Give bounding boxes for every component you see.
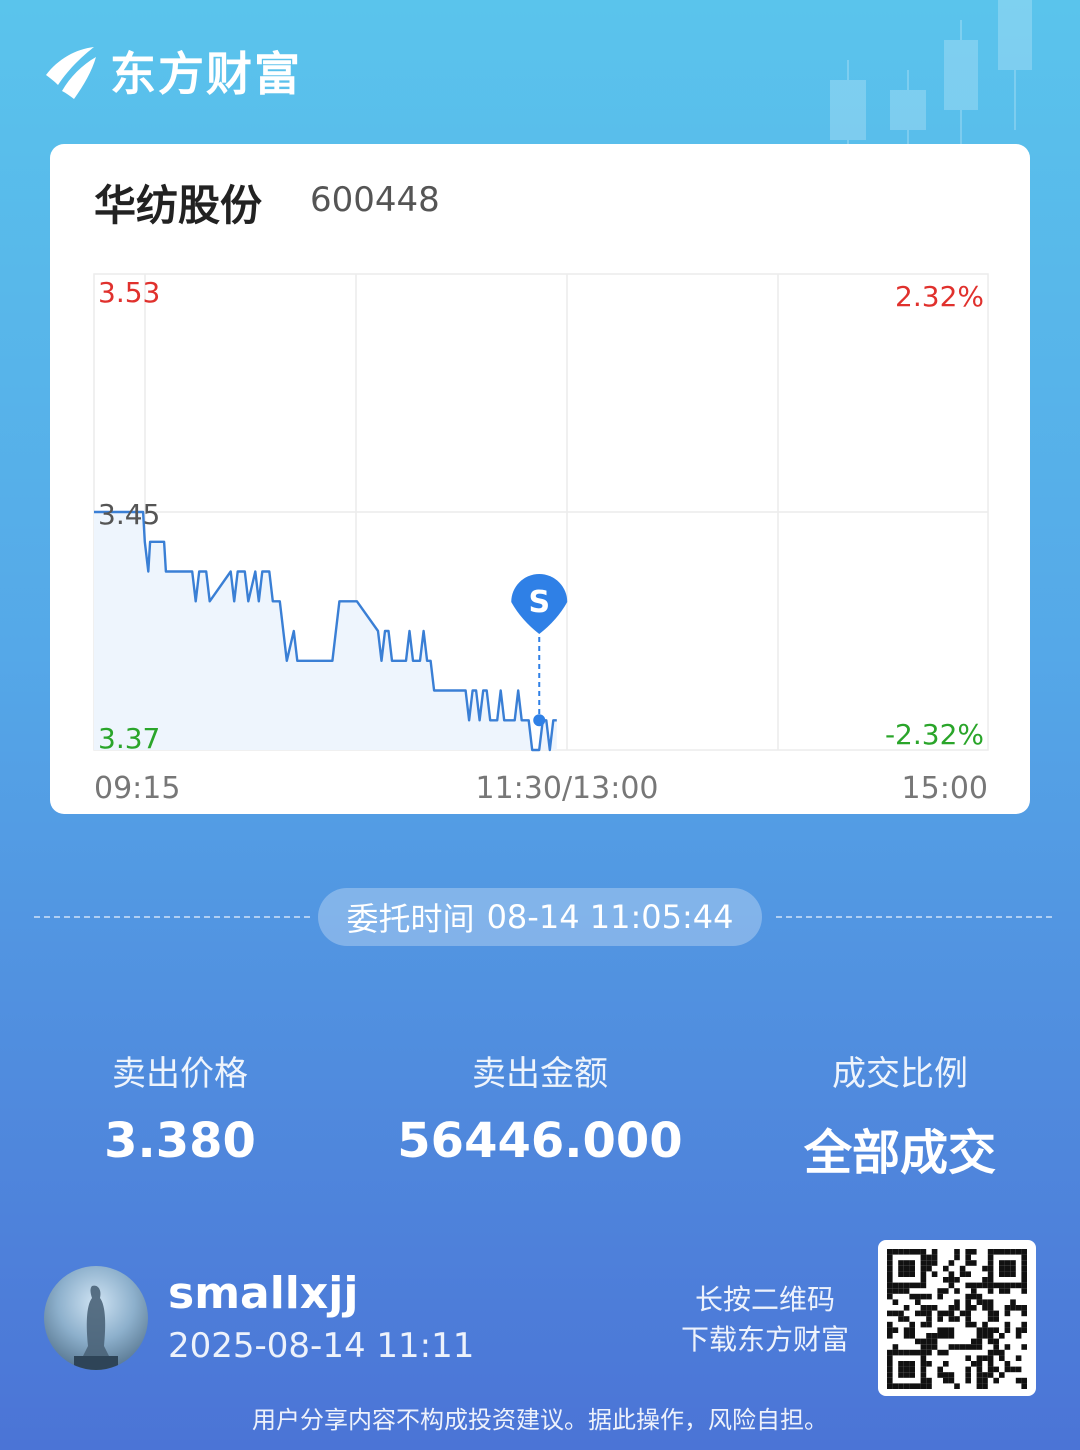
intraday-chart: 3.53 3.45 3.37 2.32% -2.32% 09:15 11:30/13:00 1… xyxy=(93,273,989,806)
stat-value: 3.380 xyxy=(104,1113,256,1169)
order-time-value: 08-14 11:05:44 xyxy=(486,898,734,936)
share-time: 2025-08-14 11:11 xyxy=(168,1326,475,1366)
stat-value: 全部成交 xyxy=(803,1125,996,1181)
stock-code: 600448 xyxy=(310,180,440,220)
y-tick-label: 3.37 xyxy=(98,722,160,755)
dashed-divider-right xyxy=(776,916,1052,918)
qr-code-image xyxy=(887,1249,1027,1389)
stat-label: 卖出价格 xyxy=(112,1054,248,1094)
stat-sell-price: 卖出价格 3.380 xyxy=(0,1046,360,1169)
qr-tip: 长按二维码 下载东方财富 xyxy=(660,1280,870,1360)
statue-image xyxy=(74,1285,118,1370)
pct-tick-label: -2.32% xyxy=(885,718,984,751)
stat-label: 卖出金额 xyxy=(472,1054,608,1094)
y-tick-label: 3.53 xyxy=(98,276,160,309)
qr-tip-line1: 长按二维码 xyxy=(694,1283,835,1316)
y-tick-label: 3.45 xyxy=(98,498,160,531)
order-time-pill: 委托时间 08-14 11:05:44 xyxy=(318,888,762,946)
order-time-row: 委托时间 08-14 11:05:44 xyxy=(0,888,1080,946)
order-time-label: 委托时间 xyxy=(346,900,475,938)
username: smallxjj xyxy=(168,1268,359,1319)
marker-point xyxy=(533,714,546,727)
brand-leaf-icon xyxy=(46,47,96,99)
brand-name: 东方财富 xyxy=(110,47,302,101)
stat-label: 成交比例 xyxy=(832,1054,968,1094)
brand-logo: 东方财富 xyxy=(40,36,302,106)
x-tick-label: 11:30/13:00 xyxy=(475,771,658,806)
stock-name: 华纺股份 xyxy=(94,181,263,230)
pct-tick-label: 2.32% xyxy=(895,280,984,313)
stat-fill-ratio: 成交比例 全部成交 xyxy=(720,1046,1080,1183)
stat-sell-amount: 卖出金额 56446.000 xyxy=(360,1046,720,1169)
stat-value: 56446.000 xyxy=(397,1113,683,1169)
qr-code[interactable] xyxy=(878,1240,1036,1396)
avatar[interactable] xyxy=(44,1266,148,1370)
sell-marker-label: S xyxy=(528,585,550,620)
qr-tip-line2: 下载东方财富 xyxy=(680,1323,849,1356)
x-tick-label: 15:00 xyxy=(902,771,988,806)
x-tick-label: 09:15 xyxy=(94,771,180,806)
stock-card: 3.53 3.45 3.37 2.32% -2.32% 09:15 11:30/13:00 1… xyxy=(50,144,1030,814)
disclaimer: 用户分享内容不构成投资建议。据此操作，风险自担。 xyxy=(252,1406,828,1434)
dashed-divider-left xyxy=(34,916,310,918)
